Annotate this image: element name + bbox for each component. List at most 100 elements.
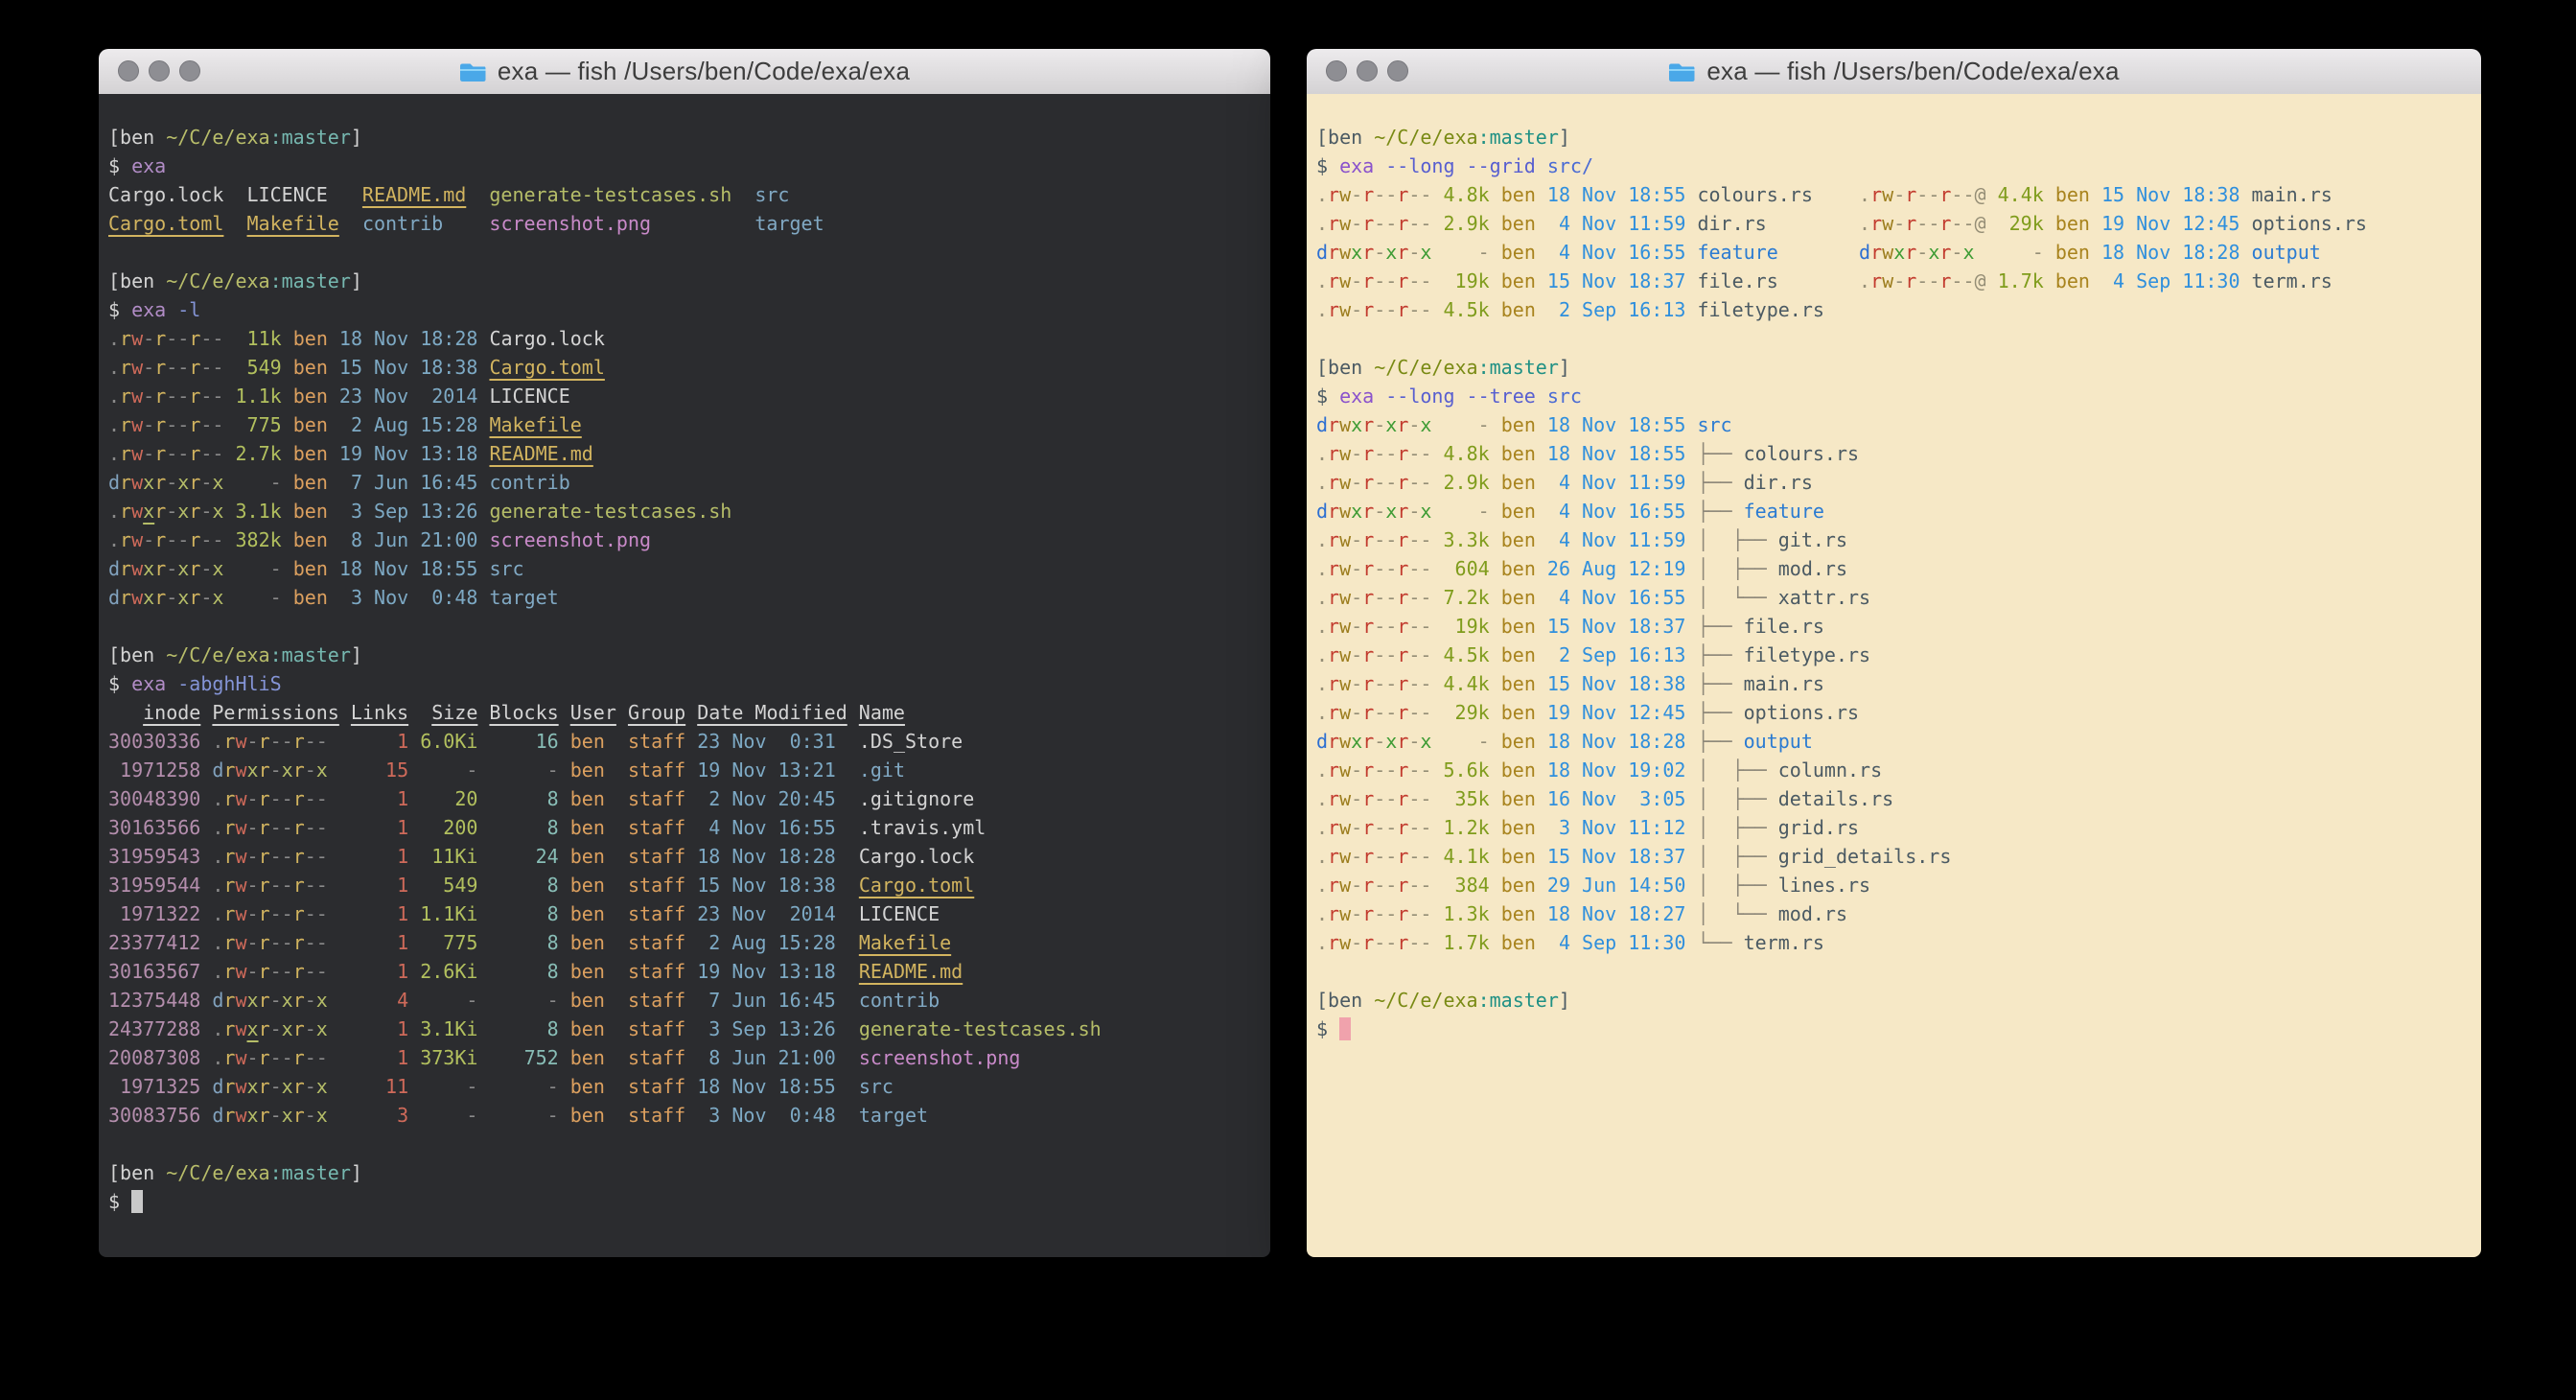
permission-char: - — [247, 931, 259, 954]
permission-char: w — [235, 1104, 246, 1127]
text-segment: src — [859, 1075, 893, 1098]
text-segment: 4.8k — [1444, 183, 1490, 206]
permission-char: w — [1339, 557, 1351, 580]
permission-char: - — [305, 816, 316, 839]
text-segment — [685, 902, 697, 925]
text-segment: │ └── — [1697, 902, 1777, 925]
text-segment — [408, 1046, 420, 1069]
permission-char: - — [305, 730, 316, 753]
permission-char: - — [305, 902, 316, 925]
permission-char: w — [1339, 787, 1351, 810]
terminal-screen[interactable]: [ben ~/C/e/exa:master]$ exa --long --gri… — [1307, 94, 2481, 1257]
terminal-line: $ — [108, 1187, 1263, 1216]
text-segment: ├── — [1697, 615, 1743, 638]
text-segment: - — [420, 758, 477, 782]
permission-char: w — [131, 471, 143, 494]
text-segment: column.rs — [1778, 758, 1882, 782]
text-segment: Cargo.toml — [108, 212, 223, 235]
terminal-line: .rw-r--r-- 11k ben 18 Nov 18:28 Cargo.lo… — [108, 324, 1263, 353]
permission-char: r — [1362, 241, 1374, 264]
titlebar[interactable]: exa — fish /Users/ben/Code/exa/exa — [99, 49, 1270, 95]
permission-char: - — [1962, 212, 1974, 235]
text-segment: staff — [628, 989, 685, 1012]
titlebar[interactable]: exa — fish /Users/ben/Code/exa/exa — [1307, 49, 2481, 95]
text-segment — [836, 1075, 859, 1098]
text-segment — [328, 385, 339, 408]
text-segment: ben — [1501, 643, 1536, 666]
text-segment: 11 — [351, 1075, 408, 1098]
text-segment — [477, 701, 489, 724]
text-segment — [477, 356, 489, 379]
text-segment — [1685, 212, 1697, 235]
text-segment: generate-testcases.sh — [859, 1017, 1102, 1040]
text-segment — [1685, 874, 1697, 897]
permission-char: x — [212, 471, 223, 494]
permission-char: - — [166, 586, 177, 609]
permission-char: r — [1397, 672, 1408, 695]
permission-char: r — [1362, 931, 1374, 954]
text-segment: - — [420, 989, 477, 1012]
text-segment — [559, 960, 570, 983]
permission-char: r — [293, 845, 305, 868]
permission-char: - — [1420, 586, 1431, 609]
text-segment: --long --grid — [1385, 154, 1547, 177]
text-segment: 4 Nov 16:55 — [697, 816, 836, 839]
permission-char: - — [1385, 874, 1397, 897]
permission-char: - — [166, 385, 177, 408]
permission-char: r — [1362, 816, 1374, 839]
permission-char: . — [1316, 787, 1328, 810]
text-segment — [282, 385, 293, 408]
text-segment: 8 Jun 21:00 — [339, 528, 478, 551]
permission-char: r — [223, 931, 235, 954]
permission-char: - — [143, 413, 154, 436]
permission-char: w — [1882, 241, 1893, 264]
text-segment — [1490, 758, 1501, 782]
permission-char: d — [212, 1104, 223, 1127]
text-segment — [836, 816, 859, 839]
text-segment — [685, 787, 697, 810]
text-segment — [559, 902, 570, 925]
permission-char: - — [166, 356, 177, 379]
permission-char: x — [316, 1104, 328, 1127]
text-segment — [1431, 931, 1443, 954]
permission-char: w — [235, 1046, 246, 1069]
text-segment: --long --tree — [1385, 385, 1547, 408]
terminal-line — [108, 238, 1263, 267]
terminal-line: drwxr-xr-x - ben 18 Nov 18:28 ├── output — [1316, 727, 2473, 756]
permission-char: x — [1420, 413, 1431, 436]
terminal-line — [108, 1130, 1263, 1158]
permission-char: w — [131, 356, 143, 379]
text-segment — [559, 931, 570, 954]
text-segment — [616, 787, 628, 810]
permission-char: w — [235, 730, 246, 753]
terminal-line: .rw-r--r-- 4.8k ben 18 Nov 18:55 colours… — [1316, 180, 2473, 209]
text-segment — [1490, 701, 1501, 724]
text-segment — [1431, 874, 1443, 897]
permission-char: - — [1408, 471, 1420, 494]
terminal-line: [ben ~/C/e/exa:master] — [108, 641, 1263, 669]
terminal-screen[interactable]: [ben ~/C/e/exa:master]$ exaCargo.lock LI… — [99, 94, 1270, 1257]
text-segment — [1685, 816, 1697, 839]
text-segment: ben — [1501, 557, 1536, 580]
text-segment — [223, 356, 235, 379]
text-segment: staff — [628, 1075, 685, 1098]
text-segment: $ — [108, 672, 131, 695]
terminal-line: drwxr-xr-x - ben 18 Nov 18:55 src — [1316, 410, 2473, 439]
terminal-line: drwxr-xr-x - ben 3 Nov 0:48 target — [108, 583, 1263, 612]
permission-char: - — [200, 500, 212, 523]
permission-char: - — [247, 816, 259, 839]
text-segment: contrib — [362, 212, 443, 235]
permission-char: x — [247, 758, 259, 782]
permission-char: w — [1339, 672, 1351, 695]
text-segment — [200, 931, 212, 954]
permission-char: - — [270, 989, 282, 1012]
text-segment — [685, 758, 697, 782]
permission-char: - — [1962, 269, 1974, 292]
permission-char: - — [1916, 269, 1928, 292]
text-segment: ] — [1559, 989, 1570, 1012]
permission-char: - — [1374, 845, 1385, 868]
text-segment: 2.6Ki — [420, 960, 477, 983]
permission-char: r — [259, 874, 270, 897]
permission-char: r — [293, 816, 305, 839]
text-segment — [836, 874, 859, 897]
